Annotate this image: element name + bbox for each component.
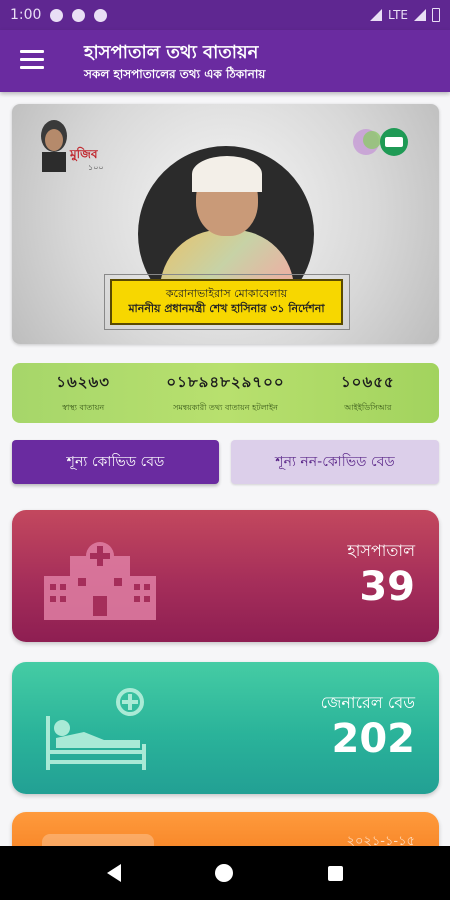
back-icon[interactable] [107, 864, 122, 882]
general-bed-card-title: জেনারেল বেড [320, 693, 415, 712]
signal-icon [414, 9, 426, 21]
hospital-card-title: হাসপাতাল [347, 541, 415, 560]
caption-line-1: করোনাভাইরাস মোকাবেলায় [165, 287, 288, 301]
hotline-number: ০১৮৯৪৮২৯৭০০ [166, 373, 285, 391]
menu-icon[interactable] [20, 50, 44, 70]
status-bar: 1:00 LTE [0, 0, 450, 30]
hotline-label: আইইডিসিআর [344, 403, 392, 412]
status-time: 1:00 [10, 7, 42, 23]
banner-image[interactable]: মুজিব ১০০ করোনাভাইরাস মোকাবেলায় মাননীয়… [12, 104, 439, 344]
hospital-count-card[interactable]: হাসপাতাল 39 [12, 510, 439, 642]
hotline-item[interactable]: ০১৮৯৪৮২৯৭০০ সমন্বয়কারী তথ্য বাতায়ন হটল… [154, 363, 296, 423]
app-bar: হাসপাতাল তথ্য বাতায়ন সকল হাসপাতালের তথ্… [0, 30, 450, 92]
recent-apps-icon[interactable] [327, 865, 343, 881]
hotline-label: সমন্বয়কারী তথ্য বাতায়ন হটলাইন [173, 403, 278, 412]
general-bed-card-value: 202 [331, 716, 416, 762]
caption-line-2: মাননীয় প্রধানমন্ত্রী শেখ হাসিনার ৩১ নির… [128, 302, 325, 315]
svg-text:১০০: ১০০ [88, 163, 104, 172]
hotline-label: স্বাস্থ্য বাতায়ন [62, 403, 105, 412]
hotline-strip: ১৬২৬৩ স্বাস্থ্য বাতায়ন ০১৮৯৪৮২৯৭০০ সমন্… [12, 363, 439, 423]
hotline-number: ১০৬৫৫ [340, 373, 395, 391]
system-nav-bar [0, 846, 450, 900]
wifi-icon [370, 9, 383, 21]
tab-non-covid-beds[interactable]: শূন্য নন-কোভিড বেড [231, 440, 439, 484]
do-not-disturb-icon [94, 8, 108, 22]
patient-bed-icon [46, 688, 146, 770]
hospital-card-value: 39 [359, 564, 415, 610]
network-type: LTE [388, 8, 408, 22]
tab-covid-beds[interactable]: শূন্য কোভিড বেড [12, 440, 219, 484]
digital-bangladesh-logo [353, 128, 408, 156]
app-title: হাসপাতাল তথ্য বাতায়ন [84, 42, 259, 63]
app-subtitle: সকল হাসপাতালের তথ্য এক ঠিকানায় [84, 67, 266, 81]
hotline-number: ১৬২৬৩ [56, 373, 111, 391]
mujib-year-logo: মুজিব ১০০ [41, 120, 104, 172]
alert-icon [72, 8, 86, 22]
svg-text:মুজিব: মুজিব [69, 146, 99, 163]
settings-icon [50, 8, 64, 22]
hospital-icon [44, 542, 156, 620]
home-icon[interactable] [215, 864, 234, 882]
banner-caption: করোনাভাইরাস মোকাবেলায় মাননীয় প্রধানমন্… [110, 279, 343, 325]
battery-icon [432, 8, 440, 22]
hotline-item[interactable]: ১৬২৬৩ স্বাস্থ্য বাতায়ন [12, 363, 154, 423]
general-bed-card[interactable]: জেনারেল বেড 202 [12, 662, 439, 794]
hotline-item[interactable]: ১০৬৫৫ আইইডিসিআর [297, 363, 439, 423]
